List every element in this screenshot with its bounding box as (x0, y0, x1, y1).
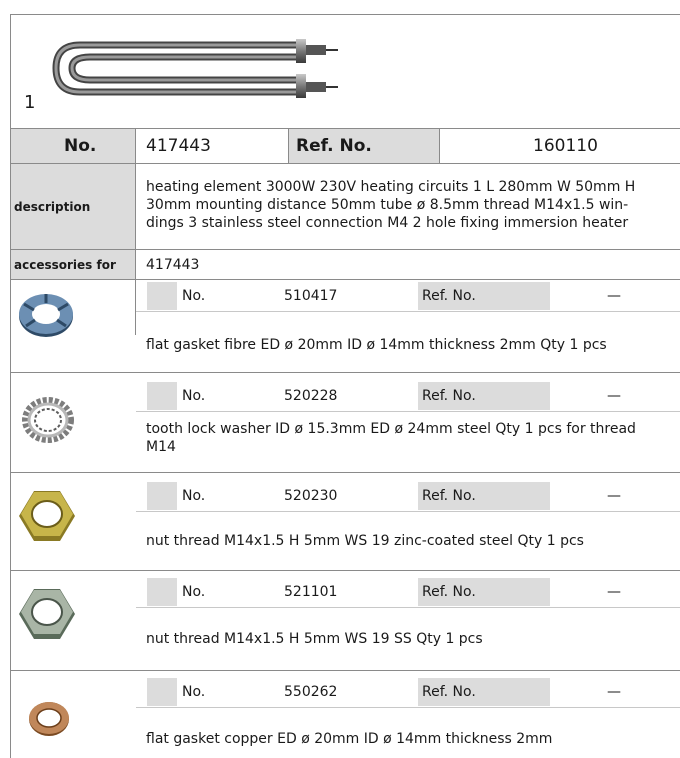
accessory-no-label: No. (182, 388, 206, 404)
accessory-ref-number: — (607, 584, 621, 600)
description-label: description (14, 200, 91, 214)
tooth-lock-washer-icon (22, 397, 74, 443)
heating-element-icon (52, 39, 338, 98)
accessory-description-line-2: M14 (146, 439, 176, 455)
steel-nut-icon (19, 589, 75, 639)
accessory-no-label: No. (182, 288, 206, 304)
description-line-3: dings 3 stainless steel connection M4 2 … (146, 215, 629, 231)
no-label: No. (64, 136, 97, 156)
product-number: 417443 (146, 136, 211, 156)
zinc-nut-icon (19, 491, 75, 541)
accessory-description-line-1: tooth lock washer ID ø 15.3mm ED ø 24mm … (146, 421, 636, 437)
accessory-ref-number: — (607, 488, 621, 504)
ref-number: 160110 (533, 136, 598, 156)
accessory-ref-label: Ref. No. (422, 388, 476, 404)
accessories-label: accessories for (14, 258, 116, 272)
accessory-ref-label: Ref. No. (422, 684, 476, 700)
accessory-no-label: No. (182, 584, 206, 600)
product-sheet: 1 No. 417443 Ref. No. 160110 description… (0, 0, 680, 758)
accessory-number: 510417 (284, 288, 338, 304)
accessory-ref-number: — (607, 388, 621, 404)
accessory-ref-label: Ref. No. (422, 584, 476, 600)
frame-left-border (10, 14, 11, 758)
accessory-ref-label: Ref. No. (422, 488, 476, 504)
accessory-ref-label: Ref. No. (422, 288, 476, 304)
accessory-number: 520228 (284, 388, 338, 404)
copper-gasket-icon (29, 702, 69, 736)
accessory-description-line-1: nut thread M14x1.5 H 5mm WS 19 SS Qty 1 … (146, 631, 483, 647)
accessory-number: 550262 (284, 684, 338, 700)
accessory-ref-number: — (607, 288, 621, 304)
image-number: 1 (24, 92, 36, 113)
accessory-description-line-1: flat gasket copper ED ø 20mm ID ø 14mm t… (146, 731, 553, 747)
accessory-no-label: No. (182, 684, 206, 700)
accessories-value: 417443 (146, 257, 200, 273)
accessory-description-line-1: flat gasket fibre ED ø 20mm ID ø 14mm th… (146, 337, 607, 353)
accessory-number: 520230 (284, 488, 338, 504)
accessory-description-line-1: nut thread M14x1.5 H 5mm WS 19 zinc-coat… (146, 533, 584, 549)
accessory-number: 521101 (284, 584, 338, 600)
accessory-no-label: No. (182, 488, 206, 504)
accessory-ref-number: — (607, 684, 621, 700)
description-line-2: 30mm mounting distance 50mm tube ø 8.5mm… (146, 197, 629, 213)
fibre-gasket-icon (19, 294, 73, 337)
description-line-1: heating element 3000W 230V heating circu… (146, 179, 636, 195)
ref-label: Ref. No. (296, 136, 372, 156)
frame-top-border (10, 14, 680, 15)
